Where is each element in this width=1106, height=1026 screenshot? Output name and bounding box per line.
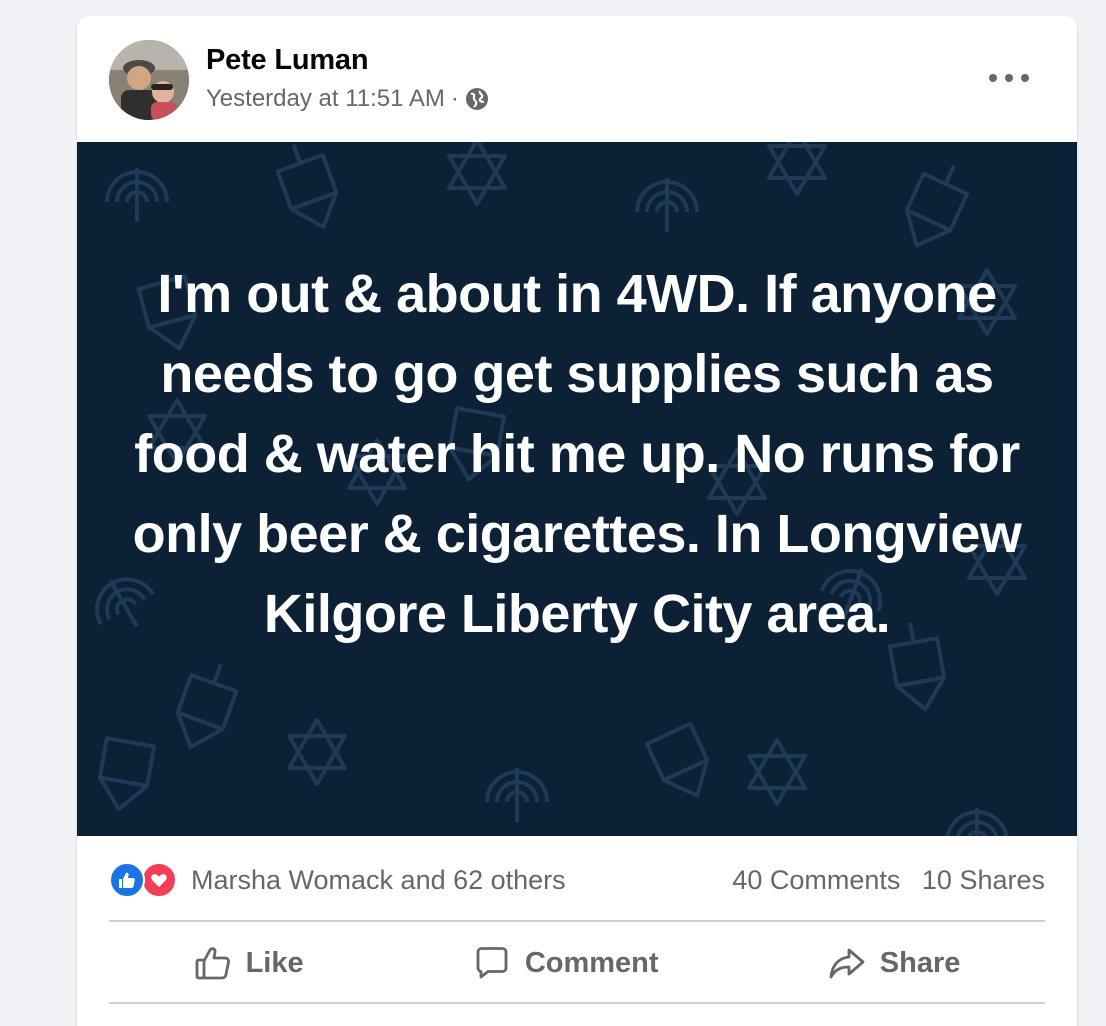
comments-count[interactable]: 40 Comments [732, 865, 900, 895]
post-meta: Yesterday at 11:51 AM · [206, 85, 489, 113]
post-timestamp[interactable]: Yesterday at 11:51 AM [206, 85, 445, 113]
post-stats: Marsha Womack and 62 others 40 Comments … [109, 856, 1045, 904]
comment-icon [476, 947, 508, 979]
comment-button[interactable]: Comment [473, 944, 659, 982]
author-avatar[interactable] [109, 40, 189, 120]
engagement-counts: 40 Comments 10 Shares [718, 865, 1045, 896]
comment-label: Comment [524, 946, 659, 979]
share-icon [829, 948, 865, 979]
like-button[interactable]: Like [194, 944, 304, 982]
reactions-summary[interactable]: Marsha Womack and 62 others [109, 862, 566, 898]
dot [989, 74, 997, 82]
share-button[interactable]: Share [828, 944, 961, 982]
divider [109, 1002, 1045, 1004]
more-options-button[interactable] [989, 68, 1029, 88]
reaction-icons [109, 862, 177, 898]
reactions-text[interactable]: Marsha Womack and 62 others [191, 865, 566, 896]
share-label: Share [879, 946, 961, 979]
action-bar: Like Comment Share [109, 924, 1045, 1002]
globe-icon[interactable] [465, 87, 489, 111]
author-name[interactable]: Pete Luman [206, 44, 369, 77]
meta-separator: · [450, 85, 459, 112]
like-icon [109, 862, 145, 898]
shares-count[interactable]: 10 Shares [922, 865, 1045, 895]
dot [1005, 74, 1013, 82]
post-text: I'm out & about in 4WD. If anyone needs … [132, 264, 1022, 644]
divider [109, 920, 1045, 922]
post-background[interactable]: I'm out & about in 4WD. If anyone needs … [77, 142, 1077, 836]
post-card: Pete Luman Yesterday at 11:51 AM · I'm o… [77, 16, 1077, 1026]
love-icon [141, 862, 177, 898]
like-label: Like [245, 946, 304, 979]
post-header: Pete Luman Yesterday at 11:51 AM · [77, 16, 1077, 142]
dot [1021, 74, 1029, 82]
thumbs-up-icon [195, 947, 230, 980]
